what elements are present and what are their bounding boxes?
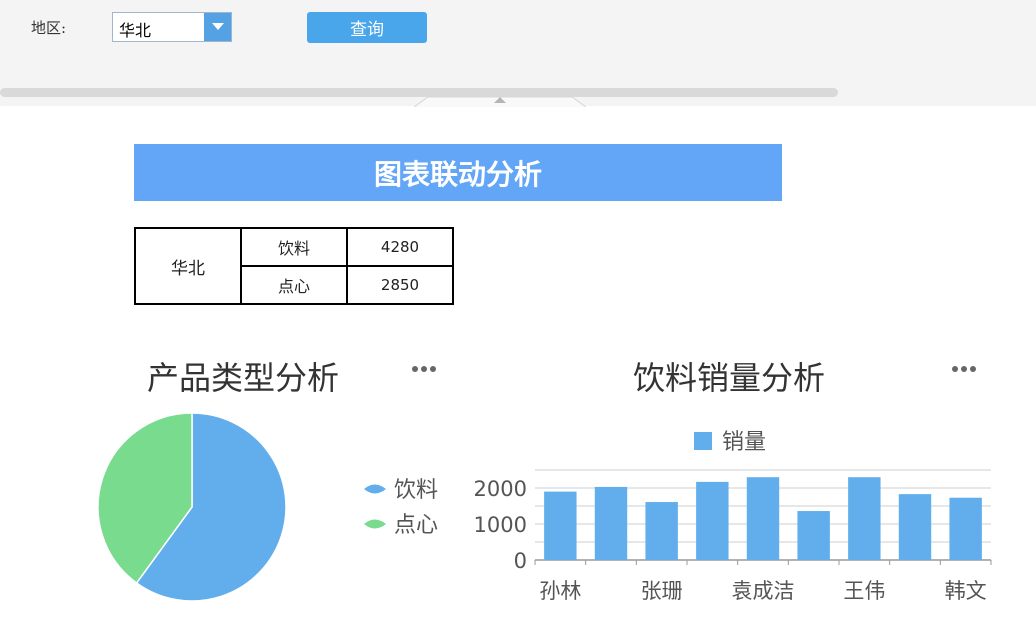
query-button[interactable]: 查询 [307, 12, 427, 43]
region-cell[interactable]: 华北 [134, 227, 242, 305]
x-tick-label: 王伟 [843, 579, 885, 603]
table-row: 华北 饮料 4280 [134, 227, 454, 305]
bar[interactable] [594, 486, 628, 560]
x-tick-label: 袁成洁 [732, 579, 795, 603]
legend-label[interactable]: 点心 [394, 513, 438, 538]
pie-chart[interactable]: 饮料点心 [0, 400, 460, 615]
pie-chart-title: 产品类型分析 [147, 359, 340, 397]
summary-table: 华北 饮料 4280 点心 2850 [134, 227, 454, 305]
parameter-pane: 地区: 华北 查询 [0, 0, 1036, 107]
bar[interactable] [949, 497, 982, 560]
sales-value-cell: 4280 [346, 227, 454, 267]
bar[interactable] [797, 511, 830, 560]
x-tick-label: 韩文 [945, 579, 987, 603]
ellipsis-icon[interactable] [951, 364, 977, 374]
product-type-cell[interactable]: 点心 [240, 265, 348, 305]
region-combobox[interactable]: 华北 [112, 12, 232, 42]
ellipsis-icon[interactable] [411, 364, 437, 374]
bar[interactable] [746, 477, 780, 560]
legend-marker[interactable] [364, 519, 386, 529]
y-tick-label: 0 [514, 549, 527, 573]
legend-marker[interactable] [364, 484, 386, 494]
region-label: 地区: [31, 19, 67, 37]
sales-value-cell: 2850 [346, 265, 454, 305]
collapse-pane-icon[interactable] [414, 93, 586, 107]
legend-label[interactable]: 饮料 [394, 478, 438, 503]
x-tick-label: 孙林 [539, 579, 581, 603]
legend-marker[interactable] [694, 432, 712, 450]
bar[interactable] [544, 491, 577, 560]
y-tick-label: 2000 [474, 477, 527, 501]
bar[interactable] [898, 494, 932, 560]
x-tick-label: 张珊 [641, 579, 683, 603]
bar-chart-title: 饮料销量分析 [633, 359, 826, 397]
y-tick-label: 1000 [474, 513, 527, 537]
product-type-cell[interactable]: 饮料 [240, 227, 348, 267]
bar[interactable] [848, 477, 881, 560]
legend-label[interactable]: 销量 [722, 430, 766, 455]
region-combobox-value: 华北 [119, 21, 152, 40]
bar[interactable] [696, 481, 729, 560]
report-title: 图表联动分析 [134, 144, 782, 201]
bar-chart[interactable]: 0 1000 2000 孙林 张珊 袁成洁 王伟 韩文 销量 [470, 420, 1030, 620]
bar[interactable] [645, 502, 678, 560]
dropdown-arrow-icon[interactable] [204, 13, 231, 41]
